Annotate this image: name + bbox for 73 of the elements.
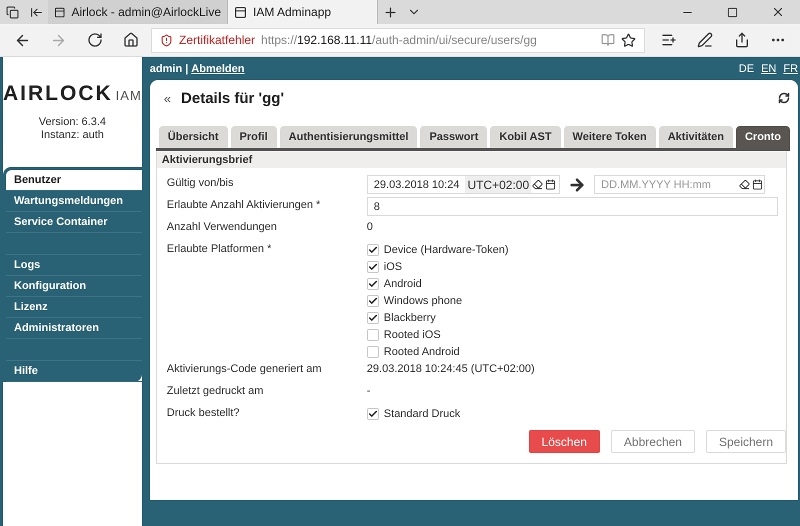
language-link[interactable]: DE — [738, 62, 754, 74]
sidebar-item[interactable]: Administratoren — [6, 318, 142, 339]
eraser-icon[interactable] — [738, 179, 752, 190]
sidebar-item[interactable]: Service Container — [6, 212, 142, 233]
tab[interactable]: Authentisierungsmittel — [280, 126, 418, 148]
checkbox-label: Android — [384, 278, 422, 290]
page-icon — [54, 6, 66, 18]
checkbox[interactable] — [366, 346, 379, 358]
tab[interactable]: Aktivitäten — [658, 126, 733, 148]
calendar-icon[interactable] — [544, 179, 558, 190]
browser-tab[interactable]: Airlock - admin@AirlockLive — [48, 0, 228, 24]
tab[interactable]: Cronto — [736, 126, 790, 148]
checkbox[interactable] — [366, 244, 379, 256]
field-label: Druck bestellt? — [166, 406, 241, 419]
sidebar-item[interactable]: Benutzer — [6, 170, 142, 191]
eraser-icon[interactable] — [531, 179, 544, 190]
tab[interactable]: Passwort — [420, 126, 488, 148]
tab[interactable]: Weitere Token — [564, 126, 656, 148]
form-button[interactable]: Abbrechen — [610, 430, 695, 453]
field-value: 0 — [366, 220, 373, 233]
back-link[interactable]: « — [164, 90, 172, 106]
checkbox-label: Blackberry — [384, 312, 436, 324]
checkbox[interactable] — [366, 261, 379, 273]
field-label: Aktivierungs-Code generiert am — [166, 362, 322, 375]
airlock-logo: AIRLOCK IAM — [3, 82, 142, 106]
field-label: Anzahl Verwendungen — [166, 220, 278, 233]
version-text: Version: 6.3.4 — [38, 116, 106, 129]
field-label: Erlaubte Anzahl Aktivierungen * — [166, 198, 322, 211]
shield-icon — [160, 34, 173, 46]
checkbox-label: Standard Druck — [384, 408, 460, 420]
input-field[interactable]: 8 — [366, 197, 778, 216]
refresh-icon[interactable] — [778, 92, 790, 104]
checkbox-label: Device (Hardware-Token) — [384, 244, 509, 256]
tab[interactable]: Profil — [230, 126, 277, 148]
field-value: - — [366, 384, 370, 397]
sidebar-item[interactable]: Konfiguration — [6, 276, 142, 297]
sidebar-item[interactable]: Logs — [6, 254, 142, 276]
checkbox[interactable] — [366, 278, 379, 290]
field-label: Zuletzt gedruckt am — [166, 384, 264, 397]
checkbox[interactable] — [366, 295, 379, 307]
page-title: Details für 'gg' — [181, 90, 284, 106]
tab[interactable]: Übersicht — [158, 126, 228, 148]
instance-text: Instanz: auth — [40, 129, 105, 142]
checkbox-label: iOS — [384, 261, 402, 273]
date-from-field[interactable]: 29.03.2018 10:24 UTC+02:00 — [366, 175, 560, 194]
arrow-right-icon — [568, 176, 586, 194]
browser-tab[interactable]: IAM Adminapp — [228, 0, 378, 24]
star-icon — [621, 32, 636, 48]
checkbox-label: Windows phone — [384, 295, 462, 307]
page-icon — [234, 6, 247, 18]
sidebar-item[interactable]: Wartungsmeldungen — [6, 191, 142, 212]
field-value: 29.03.2018 10:24:45 (UTC+02:00) — [366, 362, 535, 375]
delete-button[interactable]: Löschen — [528, 430, 600, 453]
user-name: admin — [150, 62, 182, 74]
section-header: Aktivierungsbrief — [156, 151, 786, 168]
sidebar-item[interactable]: Hilfe — [6, 360, 142, 382]
checkbox[interactable] — [366, 329, 379, 341]
checkbox-label: Rooted iOS — [384, 329, 441, 341]
sidebar-item[interactable]: Lizenz — [6, 297, 142, 318]
reading-view-icon — [601, 33, 616, 47]
checkbox-label: Rooted Android — [384, 346, 460, 358]
checkbox[interactable] — [366, 312, 379, 324]
field-label: Erlaubte Platformen * — [166, 242, 272, 255]
calendar-icon[interactable] — [751, 179, 764, 190]
language-link[interactable]: EN — [761, 62, 776, 74]
field-label: Gültig von/bis — [166, 176, 234, 189]
checkbox[interactable] — [366, 408, 379, 420]
tab[interactable]: Kobil AST — [490, 126, 561, 148]
language-link[interactable]: FR — [783, 62, 798, 74]
form-button[interactable]: Speichern — [706, 430, 786, 453]
logout-link[interactable]: Abmelden — [191, 62, 244, 74]
address-field[interactable]: Zertifikatfehler https://192.168.11.11/auth-admin/ui/secure/users/gg — [151, 28, 646, 52]
separator-text: | — [185, 62, 188, 74]
